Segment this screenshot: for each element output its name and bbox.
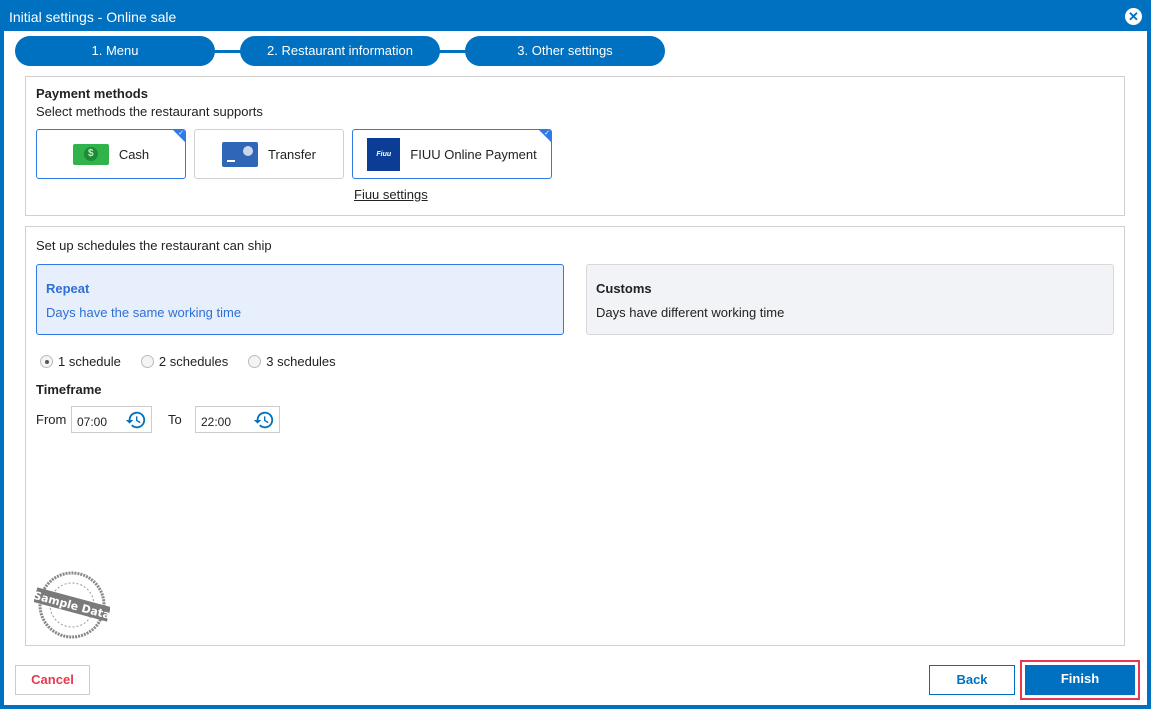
from-time-value: 07:00 <box>77 415 108 429</box>
from-label: From <box>36 412 67 427</box>
mode-customs-title: Customs <box>596 281 652 296</box>
back-button[interactable]: Back <box>929 665 1015 695</box>
check-icon <box>539 130 551 142</box>
radio-icon[interactable] <box>40 355 53 368</box>
payment-cash[interactable]: $ Cash <box>36 129 186 179</box>
payment-methods-panel: Payment methods Select methods the resta… <box>25 76 1125 216</box>
payment-subtitle: Select methods the restaurant supports <box>36 104 263 119</box>
payment-fiuu-label: FIUU Online Payment <box>410 146 537 162</box>
radio-icon[interactable] <box>248 355 262 368</box>
transfer-icon <box>222 141 259 167</box>
mode-repeat[interactable]: Repeat Days have the same working time <box>36 264 564 335</box>
mode-customs-desc: Days have different working time <box>596 305 785 320</box>
sample-data-stamp: Sample Data <box>34 571 110 639</box>
schedule-count-group: 1 schedule 2 schedules 3 schedules <box>40 354 336 369</box>
fiuu-logo-icon: Fiuu <box>367 137 401 171</box>
to-time-value: 22:00 <box>201 415 232 429</box>
radio-1-schedule[interactable]: 1 schedule <box>40 354 121 369</box>
payment-cash-label: Cash <box>118 146 150 162</box>
finish-button[interactable]: Finish <box>1025 665 1135 695</box>
step-menu[interactable]: 1. Menu <box>15 36 215 66</box>
timeframe-title: Timeframe <box>36 382 102 397</box>
window-title: Initial settings - Online sale <box>9 9 177 25</box>
clock-history-icon[interactable] <box>125 409 147 431</box>
payment-transfer[interactable]: Transfer <box>194 129 344 179</box>
payment-fiuu[interactable]: Fiuu FIUU Online Payment <box>352 129 552 179</box>
schedule-title: Set up schedules the restaurant can ship <box>36 238 272 253</box>
mode-repeat-desc: Days have the same working time <box>46 305 242 320</box>
check-icon <box>173 130 185 142</box>
title-bar: Initial settings - Online sale ✕ <box>0 0 1151 34</box>
cash-icon: $ <box>72 143 109 165</box>
radio-3-schedules[interactable]: 3 schedules <box>248 354 336 369</box>
dialog-body: 1. Menu 2. Restaurant information 3. Oth… <box>4 31 1147 705</box>
svg-text:Sample Data: Sample Data <box>34 589 110 622</box>
radio-label: 1 schedule <box>58 354 121 369</box>
step-restaurant-information[interactable]: 2. Restaurant information <box>240 36 440 66</box>
payment-title: Payment methods <box>36 86 148 101</box>
step-other-settings[interactable]: 3. Other settings <box>465 36 665 66</box>
radio-icon[interactable] <box>140 355 154 368</box>
to-label: To <box>168 412 182 427</box>
stepper: 1. Menu 2. Restaurant information 3. Oth… <box>15 36 665 66</box>
mode-repeat-title: Repeat <box>46 281 90 296</box>
radio-label: 3 schedules <box>266 354 336 369</box>
clock-history-icon[interactable] <box>253 409 275 431</box>
schedule-panel: Set up schedules the restaurant can ship… <box>25 226 1125 646</box>
radio-2-schedules[interactable]: 2 schedules <box>140 354 229 369</box>
cancel-button[interactable]: Cancel <box>15 665 90 695</box>
from-time-input[interactable]: 07:00 <box>71 406 152 433</box>
mode-customs[interactable]: Customs Days have different working time <box>586 264 1114 335</box>
to-time-input[interactable]: 22:00 <box>195 406 280 433</box>
close-icon[interactable]: ✕ <box>1125 8 1142 25</box>
payment-transfer-label: Transfer <box>268 146 316 162</box>
fiuu-settings-link[interactable]: Fiuu settings <box>354 187 428 202</box>
radio-label: 2 schedules <box>158 354 229 369</box>
